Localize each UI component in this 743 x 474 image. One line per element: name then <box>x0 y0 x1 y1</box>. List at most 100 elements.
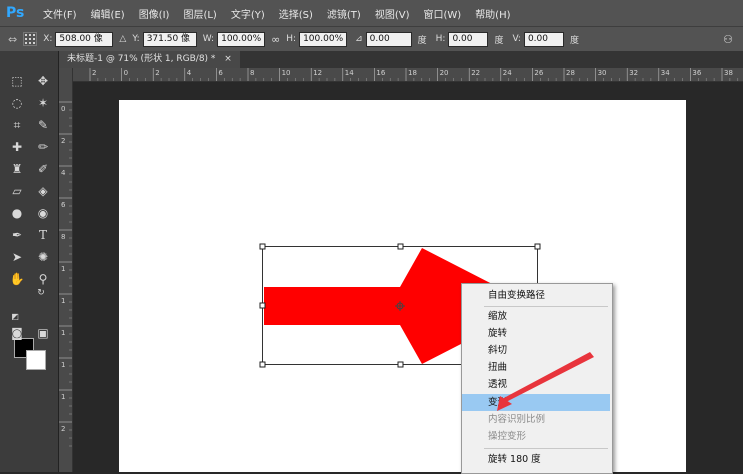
ruler-tick-label: 18 <box>408 69 417 77</box>
vskew-label: V: <box>512 34 521 44</box>
transform-tool-icon[interactable]: ⇔ <box>8 33 17 46</box>
menu-item-free-transform-path[interactable]: 自由变换路径 <box>462 287 610 304</box>
menu-item-warp[interactable]: 变形 <box>462 394 610 411</box>
paint-bucket-tool-icon[interactable]: ◈ <box>32 181 54 201</box>
toolbox: ⬚ ✥ ◌ ✶ ⌗ ✎ ✚ ✏ ♜ ✐ ▱ ◈ ● ◉ ✒ T ➤ ✺ ✋ ⚲ … <box>0 51 59 472</box>
ruler-tick-label: 2 <box>155 69 159 77</box>
ruler-tick-label: 6 <box>218 69 223 77</box>
menu-view[interactable]: 视图(V) <box>368 6 417 21</box>
delta-icon[interactable]: △ <box>119 34 126 44</box>
marquee-tool-icon[interactable]: ⬚ <box>6 71 28 91</box>
menu-item-content-aware-scale: 内容识别比例 <box>488 414 546 425</box>
hskew-field[interactable]: 0.00 <box>448 31 489 47</box>
y-field[interactable]: 371.50 像 <box>142 31 197 47</box>
menu-file[interactable]: 文件(F) <box>36 6 84 21</box>
ruler-tick-label: 1 <box>61 297 65 305</box>
eraser-tool-icon[interactable]: ▱ <box>6 181 28 201</box>
menu-filter[interactable]: 滤镜(T) <box>320 6 368 21</box>
ruler-tick-label: 34 <box>661 69 670 77</box>
menu-item-puppet-warp: 操控变形 <box>488 431 527 442</box>
ruler-tick-label: 20 <box>440 69 449 77</box>
history-brush-tool-icon[interactable]: ✐ <box>32 159 54 179</box>
menu-edit[interactable]: 编辑(E) <box>84 6 132 21</box>
ruler-tick-label: 14 <box>345 69 354 77</box>
ruler-tick-label: 12 <box>313 69 322 77</box>
document-tab[interactable]: 未标题-1 @ 71% (形状 1, RGB/8) * × <box>59 51 240 68</box>
hskew-label: H: <box>435 34 446 44</box>
ruler-tick-label: 0 <box>61 105 65 113</box>
width-field[interactable]: 100.00% <box>217 31 266 47</box>
angle-icon: ⊿ <box>355 34 363 44</box>
brush-tool-icon[interactable]: ✏ <box>32 137 54 157</box>
menu-select[interactable]: 选择(S) <box>272 6 320 21</box>
angle-unit: 度 <box>417 35 427 46</box>
crop-tool-icon[interactable]: ⌗ <box>6 115 28 135</box>
menu-separator <box>484 448 608 449</box>
quick-mask-icon[interactable]: ◙ <box>6 323 28 343</box>
menu-item-perspective[interactable]: 透视 <box>462 376 610 393</box>
document-tab-title: 未标题-1 @ 71% (形状 1, RGB/8) * <box>67 54 216 64</box>
ruler-tick-label: 36 <box>692 69 701 77</box>
menu-image[interactable]: 图像(I) <box>132 6 177 21</box>
menu-item-skew[interactable]: 斜切 <box>462 342 610 359</box>
vskew-field[interactable]: 0.00 <box>523 31 564 47</box>
hand-tool-icon[interactable]: ✋ <box>6 269 28 289</box>
background-color-swatch[interactable] <box>26 350 46 370</box>
vskew-unit: 度 <box>569 35 579 46</box>
menu-item-scale[interactable]: 缩放 <box>462 308 610 325</box>
menu-separator <box>484 306 608 307</box>
pen-tool-icon[interactable]: ✒ <box>6 225 28 245</box>
ruler-tick-label: 4 <box>187 69 192 77</box>
ruler-tick-label: 10 <box>282 69 291 77</box>
interpolation-icon[interactable]: ⚇ <box>723 33 733 46</box>
transform-context-menu: 自由变换路径 缩放 旋转 斜切 扭曲 透视 变形 内容识别比例 操控变形 旋转 … <box>461 283 613 474</box>
options-bar: ⇔ X: 508.00 像 △ Y: 371.50 像 W: 100.00% ∞… <box>0 26 743 52</box>
hskew-unit: 度 <box>494 35 504 46</box>
angle-field[interactable]: 0.00 <box>365 31 412 47</box>
swap-colors-icon[interactable]: ↻ <box>30 283 52 303</box>
ruler-tick-label: 24 <box>503 69 512 77</box>
move-tool-icon[interactable]: ✥ <box>32 71 54 91</box>
x-label: X: <box>43 34 53 44</box>
healing-brush-tool-icon[interactable]: ✚ <box>6 137 28 157</box>
ruler-tick-label: 0 <box>124 69 128 77</box>
ruler-tick-label: 4 <box>61 169 66 177</box>
ruler-tick-label: 38 <box>724 69 733 77</box>
screen-mode-icon[interactable]: ▣ <box>32 323 54 343</box>
close-tab-icon[interactable]: × <box>224 54 232 64</box>
blur-tool-icon[interactable]: ● <box>6 203 28 223</box>
ruler-tick-label: 32 <box>629 69 638 77</box>
x-field[interactable]: 508.00 像 <box>55 31 114 47</box>
custom-shape-tool-icon[interactable]: ✺ <box>32 247 54 267</box>
eyedropper-tool-icon[interactable]: ✎ <box>32 115 54 135</box>
stamp-tool-icon[interactable]: ♜ <box>6 159 28 179</box>
ruler-tick-label: 8 <box>250 69 254 77</box>
path-selection-tool-icon[interactable]: ➤ <box>6 247 28 267</box>
link-icon[interactable]: ∞ <box>271 33 280 46</box>
menu-item-rotate-180[interactable]: 旋转 180 度 <box>462 451 610 468</box>
type-tool-icon[interactable]: T <box>32 225 54 245</box>
y-label: Y: <box>132 34 140 44</box>
ruler-tick-label: 2 <box>61 137 65 145</box>
reference-point-icon[interactable] <box>23 32 38 46</box>
ruler-tick-label: 1 <box>61 265 65 273</box>
dodge-tool-icon[interactable]: ◉ <box>32 203 54 223</box>
menu-layer[interactable]: 图层(L) <box>176 6 223 21</box>
menu-type[interactable]: 文字(Y) <box>224 6 272 21</box>
ruler-tick-label: 8 <box>61 233 65 241</box>
document-tab-bar: 未标题-1 @ 71% (形状 1, RGB/8) * × <box>59 51 743 69</box>
menu-window[interactable]: 窗口(W) <box>416 6 468 21</box>
ruler-tick-label: 30 <box>598 69 607 77</box>
ruler-tick-label: 22 <box>471 69 480 77</box>
ruler-tick-label: 16 <box>376 69 385 77</box>
ruler-tick-label: 6 <box>61 201 66 209</box>
menu-help[interactable]: 帮助(H) <box>468 6 517 21</box>
menu-item-distort[interactable]: 扭曲 <box>462 359 610 376</box>
vertical-ruler: 0 2 4 6 8 1 1 1 1 1 2 <box>59 68 73 472</box>
ruler-tick-label: 1 <box>61 393 65 401</box>
menu-item-rotate[interactable]: 旋转 <box>462 325 610 342</box>
height-field[interactable]: 100.00% <box>299 31 348 47</box>
magic-wand-tool-icon[interactable]: ✶ <box>32 93 54 113</box>
lasso-tool-icon[interactable]: ◌ <box>6 93 28 113</box>
ruler-tick-label: 1 <box>61 329 65 337</box>
